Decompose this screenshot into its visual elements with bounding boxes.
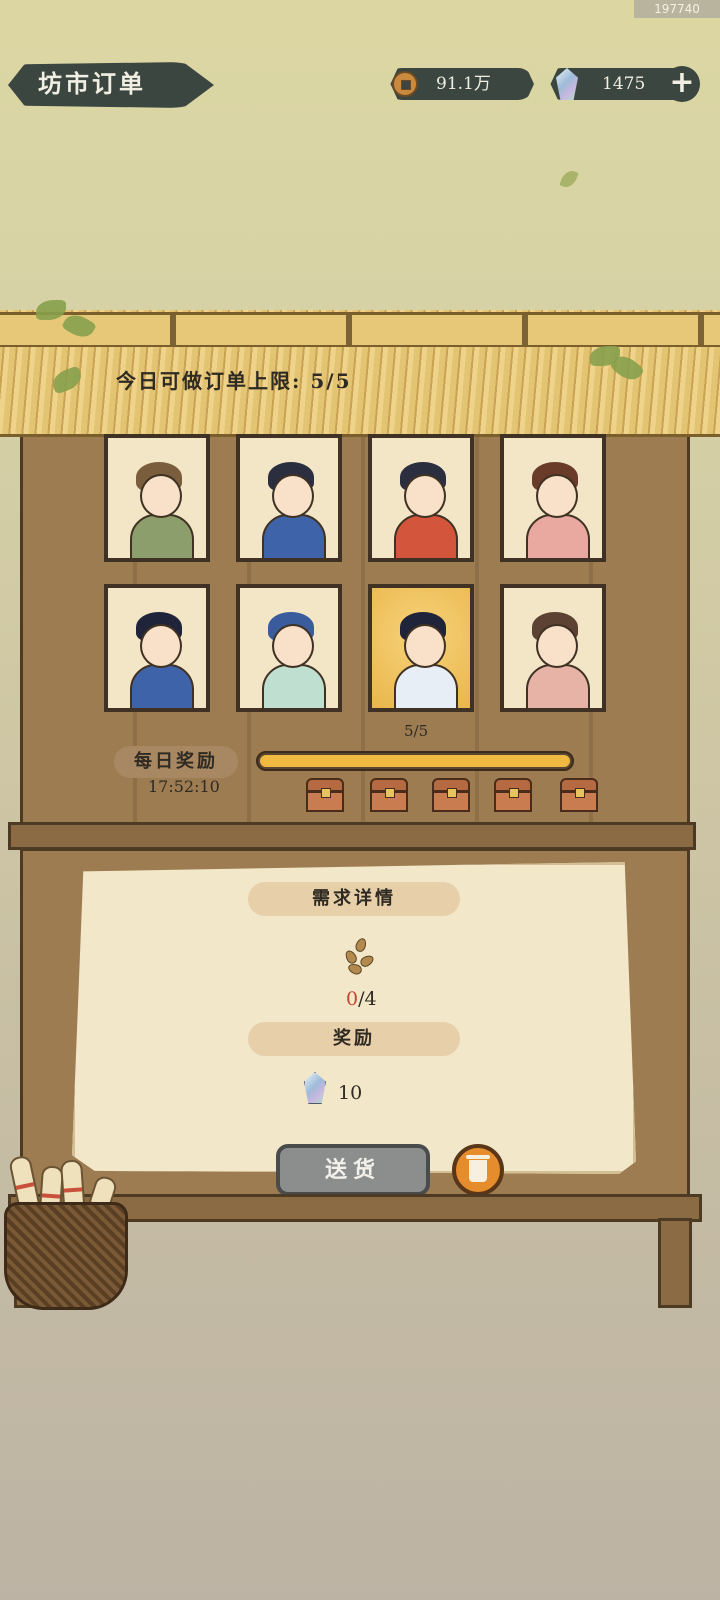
daily-order-limit: 今日可做订单上限: 5/5	[116, 369, 352, 393]
customer-face	[140, 624, 182, 668]
customer-robe	[394, 514, 458, 558]
stall-leg	[658, 1218, 692, 1308]
daily-progress-fill	[260, 755, 570, 767]
customer-robe	[262, 514, 326, 558]
gem-amount: 1475	[602, 74, 646, 94]
customer-card-boy-with-candy[interactable]	[236, 434, 342, 562]
reward-chest-icon[interactable]	[560, 778, 598, 812]
discard-order-button[interactable]	[452, 1144, 504, 1196]
customer-robe	[526, 514, 590, 558]
customer-face	[140, 474, 182, 518]
customer-robe	[130, 514, 194, 558]
daily-reward-timer: 17:52:10	[148, 777, 220, 796]
customer-face	[272, 624, 314, 668]
customer-robe	[394, 664, 458, 708]
customer-card-blue-dragon[interactable]	[236, 584, 342, 712]
customer-card-young-swordsman[interactable]	[104, 584, 210, 712]
customer-face	[404, 624, 446, 668]
customer-card-farmer-woman[interactable]	[104, 434, 210, 562]
customer-robe	[526, 664, 590, 708]
trash-icon	[466, 1155, 490, 1182]
reward-chest-icon[interactable]	[432, 778, 470, 812]
reward-header: 奖励	[248, 1022, 460, 1056]
stall-shelf	[8, 822, 696, 850]
daily-progress-count: 5/5	[404, 722, 429, 740]
customer-card-young-scholar[interactable]	[368, 584, 474, 712]
requirement-progress: 0/4	[346, 986, 377, 1012]
customer-card-girl-with-fan[interactable]	[500, 434, 606, 562]
deliver-button[interactable]: 送货	[276, 1144, 430, 1196]
requirement-have: 0	[346, 988, 359, 1010]
customer-robe	[130, 664, 194, 708]
requirement-need: /4	[358, 988, 377, 1010]
coin-icon	[392, 71, 418, 97]
seeds-icon	[342, 936, 376, 977]
customer-card-girl-with-flower-fan[interactable]	[500, 584, 606, 712]
page-title: 坊市订单	[38, 69, 146, 98]
reward-chest-icon[interactable]	[370, 778, 408, 812]
customer-face	[536, 474, 578, 518]
reward-chest-icon[interactable]	[494, 778, 532, 812]
customer-robe	[262, 664, 326, 708]
coin-amount: 91.1万	[436, 74, 491, 94]
customer-face	[272, 474, 314, 518]
reward-chest-icon[interactable]	[306, 778, 344, 812]
reward-amount: 10	[338, 1082, 363, 1104]
daily-reward-label: 每日奖励	[114, 746, 238, 778]
add-gems-button[interactable]: +	[664, 66, 700, 102]
thatch-roof-ridge	[0, 312, 720, 347]
requirement-header: 需求详情	[248, 882, 460, 916]
customer-card-merchant-with-abacus[interactable]	[368, 434, 474, 562]
falling-leaf-icon	[559, 168, 579, 190]
customer-face	[404, 474, 446, 518]
customer-face	[536, 624, 578, 668]
scroll-basket	[4, 1202, 128, 1310]
build-id: 197740	[634, 0, 720, 18]
